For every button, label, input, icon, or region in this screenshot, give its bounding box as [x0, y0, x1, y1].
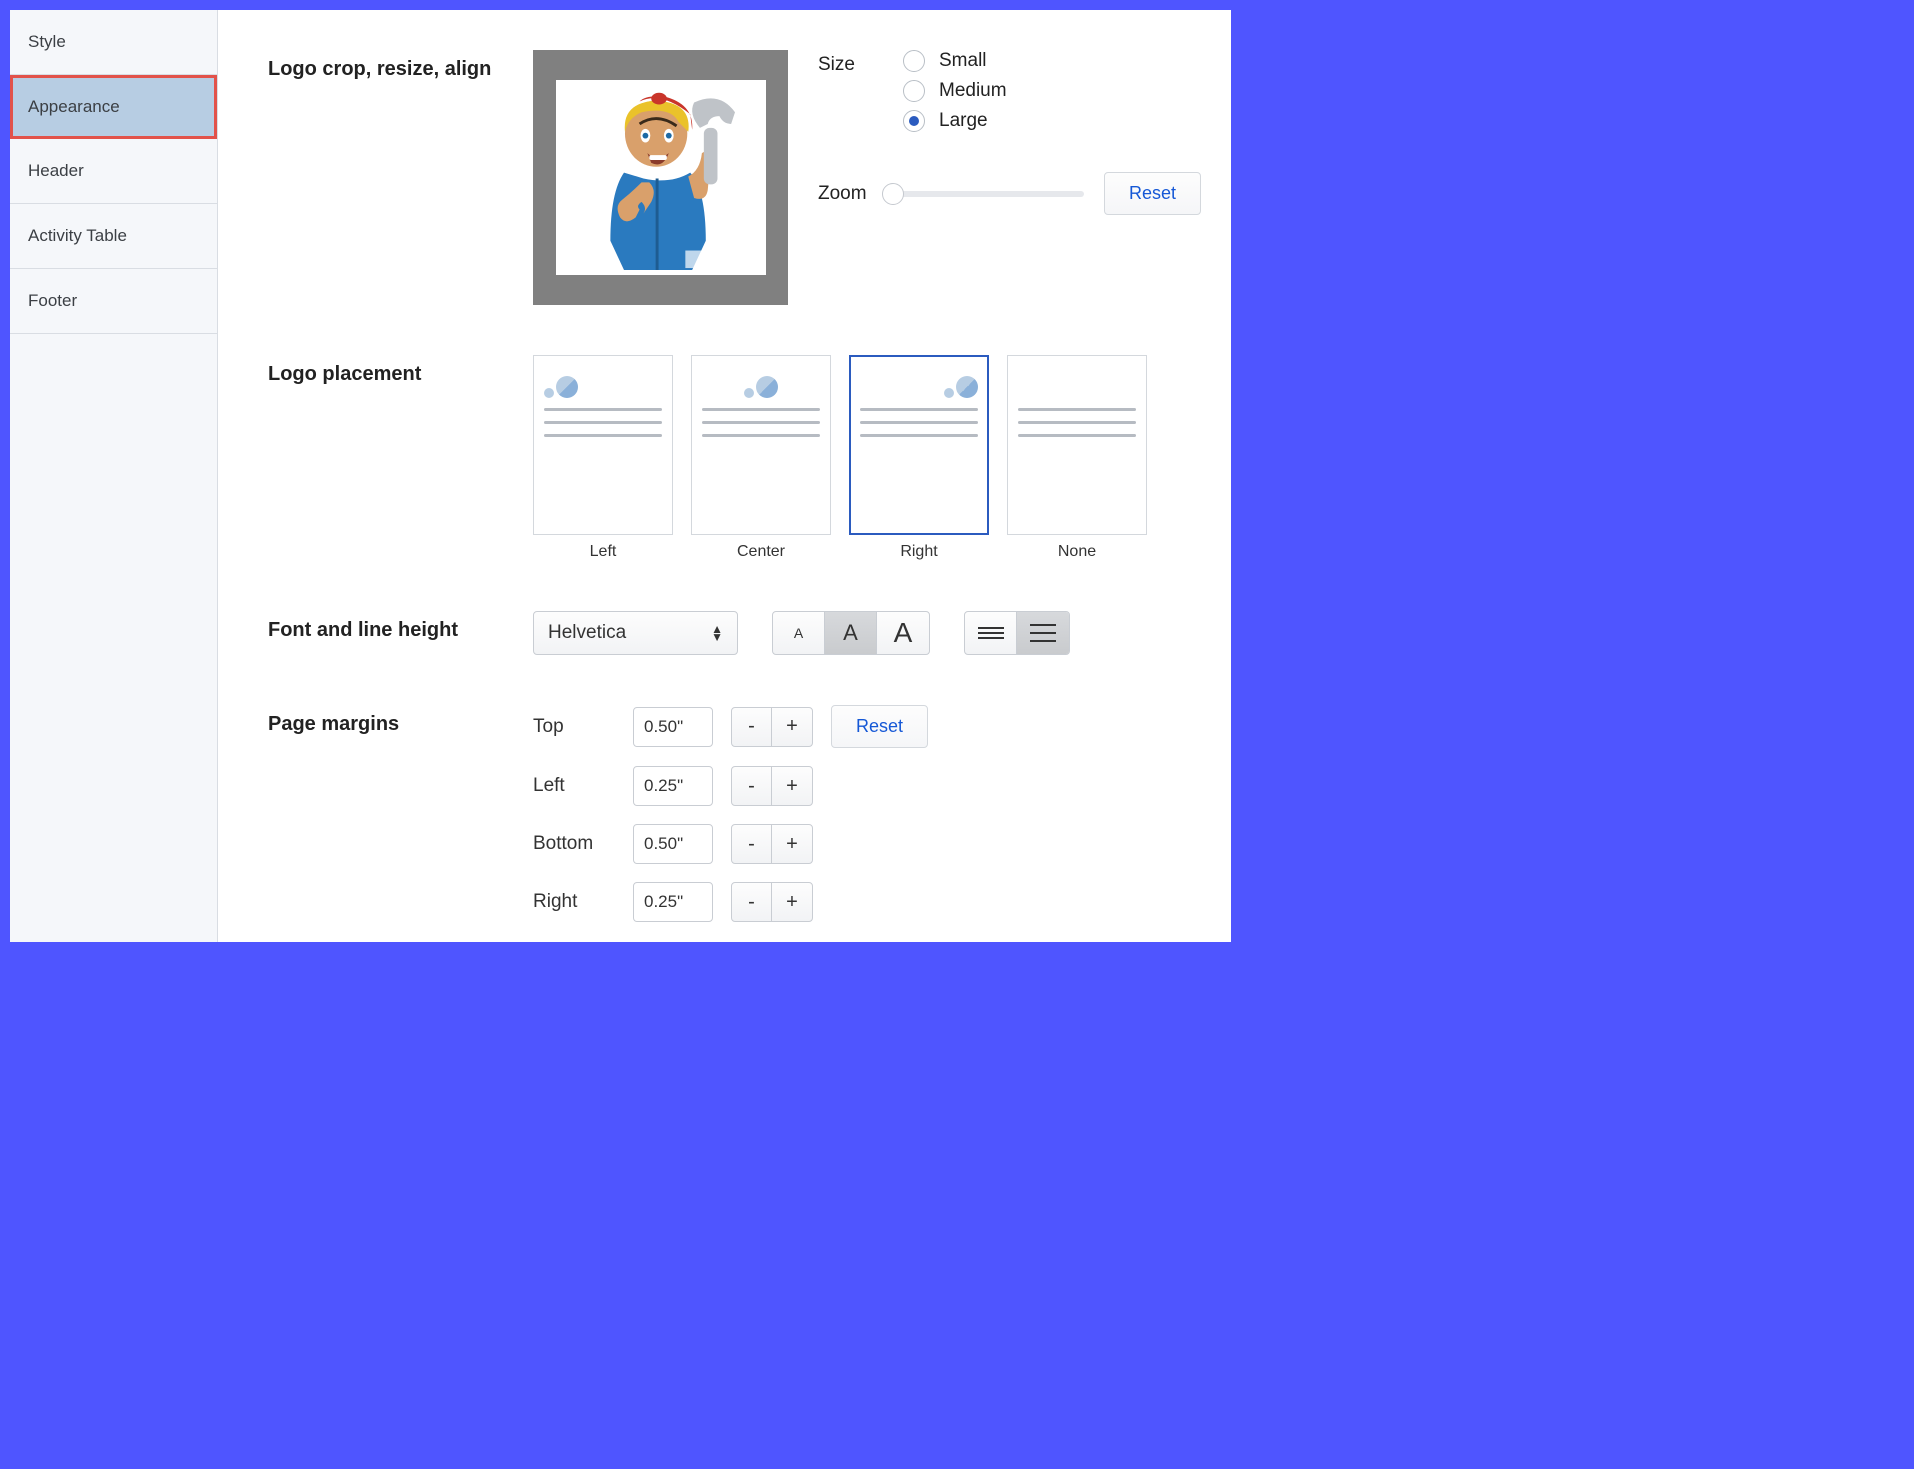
leaf-icon: [544, 368, 578, 398]
sidebar-item-style[interactable]: Style: [10, 10, 217, 75]
section-title: Logo placement: [268, 355, 533, 561]
margin-bottom-plus-button[interactable]: +: [772, 825, 812, 863]
margin-right-minus-button[interactable]: -: [732, 883, 772, 921]
placement-option-right[interactable]: [849, 355, 989, 535]
size-option-small[interactable]: Small: [903, 50, 1007, 72]
lines-tight-icon: [978, 627, 1004, 639]
sidebar-item-activity-table[interactable]: Activity Table: [10, 204, 217, 269]
margin-left-plus-button[interactable]: +: [772, 767, 812, 805]
margin-left-minus-button[interactable]: -: [732, 767, 772, 805]
sidebar-item-label: Footer: [28, 291, 77, 310]
margin-label: Right: [533, 891, 615, 913]
size-radio-group: Small Medium Large: [903, 50, 1007, 132]
font-family-value: Helvetica: [548, 622, 626, 644]
line-height-loose-button[interactable]: [1017, 612, 1069, 654]
font-size-small-button[interactable]: A: [773, 612, 825, 654]
margin-bottom-minus-button[interactable]: -: [732, 825, 772, 863]
sidebar: Style Appearance Header Activity Table F…: [10, 10, 218, 942]
margin-left-input[interactable]: [633, 766, 713, 806]
leaf-icon: [744, 368, 778, 398]
sidebar-item-appearance[interactable]: Appearance: [10, 75, 217, 139]
margin-top-plus-button[interactable]: +: [772, 708, 812, 746]
margin-row-top: Top - + Reset: [533, 705, 928, 748]
line-height-tight-button[interactable]: [965, 612, 1017, 654]
margin-right-plus-button[interactable]: +: [772, 883, 812, 921]
placement-option-none[interactable]: [1007, 355, 1147, 535]
margin-row-right: Right - +: [533, 882, 928, 922]
plumber-icon: [561, 85, 761, 270]
placement-caption: None: [1058, 543, 1096, 561]
sidebar-item-label: Header: [28, 161, 84, 180]
placement-caption: Left: [590, 543, 617, 561]
zoom-label: Zoom: [818, 183, 873, 205]
margin-top-input[interactable]: [633, 707, 713, 747]
margin-label: Bottom: [533, 833, 615, 855]
margin-label: Left: [533, 775, 615, 797]
placement-caption: Right: [900, 543, 937, 561]
sidebar-item-header[interactable]: Header: [10, 139, 217, 204]
size-label: Size: [818, 50, 873, 132]
font-size-medium-button[interactable]: A: [825, 612, 877, 654]
logo-image: [556, 80, 766, 275]
radio-label: Small: [939, 50, 987, 72]
chevron-updown-icon: ▲▼: [711, 625, 723, 641]
main-panel: Logo crop, resize, align: [218, 10, 1231, 942]
margins-reset-button[interactable]: Reset: [831, 705, 928, 748]
font-family-select[interactable]: Helvetica ▲▼: [533, 611, 738, 655]
section-margins: Page margins Top - + Reset Left: [268, 705, 1201, 922]
placement-option-center[interactable]: [691, 355, 831, 535]
margin-row-left: Left - +: [533, 766, 928, 806]
leaf-icon: [944, 368, 978, 398]
section-title: Font and line height: [268, 611, 533, 655]
placement-option-left[interactable]: [533, 355, 673, 535]
section-logo-placement: Logo placement Left: [268, 355, 1201, 561]
font-size-segmented: A A A: [772, 611, 930, 655]
section-logo-crop: Logo crop, resize, align: [268, 50, 1201, 305]
sidebar-item-label: Activity Table: [28, 226, 127, 245]
slider-thumb-icon[interactable]: [882, 183, 904, 205]
radio-icon: [903, 80, 925, 102]
section-title: Logo crop, resize, align: [268, 50, 533, 305]
margin-top-minus-button[interactable]: -: [732, 708, 772, 746]
radio-icon: [903, 50, 925, 72]
section-font: Font and line height Helvetica ▲▼ A A A: [268, 611, 1201, 655]
zoom-slider[interactable]: [893, 191, 1084, 197]
section-title: Page margins: [268, 705, 533, 922]
margin-right-input[interactable]: [633, 882, 713, 922]
radio-label: Large: [939, 110, 988, 132]
zoom-reset-button[interactable]: Reset: [1104, 172, 1201, 215]
lines-loose-icon: [1030, 624, 1056, 642]
font-size-large-button[interactable]: A: [877, 612, 929, 654]
radio-label: Medium: [939, 80, 1007, 102]
margin-row-bottom: Bottom - +: [533, 824, 928, 864]
placement-caption: Center: [737, 543, 785, 561]
radio-icon: [903, 110, 925, 132]
sidebar-item-label: Style: [28, 32, 66, 51]
app-frame: Style Appearance Header Activity Table F…: [10, 10, 1231, 942]
margin-label: Top: [533, 716, 615, 738]
line-height-segmented: [964, 611, 1070, 655]
sidebar-item-label: Appearance: [28, 97, 120, 116]
logo-crop-frame[interactable]: [533, 50, 788, 305]
sidebar-item-footer[interactable]: Footer: [10, 269, 217, 334]
size-option-large[interactable]: Large: [903, 110, 1007, 132]
size-option-medium[interactable]: Medium: [903, 80, 1007, 102]
margin-bottom-input[interactable]: [633, 824, 713, 864]
